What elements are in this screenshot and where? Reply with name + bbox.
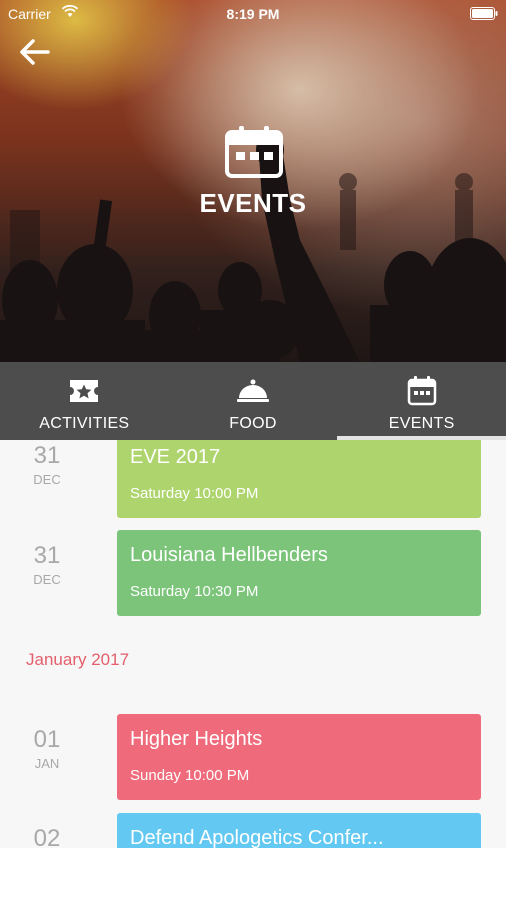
event-card[interactable]: Higher Heights Sunday 10:00 PM	[117, 714, 481, 800]
ticket-star-icon	[70, 380, 99, 402]
tab-food[interactable]: FOOD	[169, 362, 338, 440]
calendar-icon	[407, 376, 436, 406]
event-time: Saturday 10:30 PM	[130, 583, 259, 600]
event-date: 02	[20, 825, 74, 848]
tab-events-label: EVENTS	[388, 415, 455, 432]
event-day: 02	[33, 825, 61, 848]
page-title: EVENTS	[199, 188, 307, 218]
event-time: Saturday 10:00 PM	[130, 485, 259, 502]
calendar-icon	[225, 126, 283, 178]
status-bar: Carrier 8:19 PM	[0, 0, 506, 28]
event-date: 01 JAN	[20, 726, 74, 771]
cloche-icon	[237, 379, 269, 402]
bottom-blank-area	[0, 848, 506, 900]
event-day: 31	[33, 442, 61, 469]
clock-label: 8:19 PM	[226, 6, 280, 22]
event-title: EVE 2017	[130, 446, 221, 468]
battery-icon	[470, 7, 498, 20]
event-day: 31	[33, 542, 61, 569]
event-month: JAN	[34, 756, 60, 771]
event-card[interactable]: Louisiana Hellbenders Saturday 10:30 PM	[117, 530, 481, 616]
event-title: Defend Apologetics Confer...	[130, 827, 384, 848]
hero-overlay	[0, 0, 506, 362]
tab-activities-label: ACTIVITIES	[39, 415, 130, 432]
event-date: 31 DEC	[20, 442, 74, 487]
event-card[interactable]: EVE 2017 Saturday 10:00 PM	[117, 440, 481, 518]
event-date: 31 DEC	[20, 542, 74, 587]
hero-concert-image: Carrier 8:19 PM EVENTS	[0, 0, 506, 362]
event-time: Sunday 10:00 PM	[130, 767, 250, 784]
event-title: Higher Heights	[130, 728, 263, 750]
category-tab-bar: ACTIVITIES FOOD EVENTS	[0, 362, 506, 440]
tab-events[interactable]: EVENTS	[337, 362, 506, 440]
event-card[interactable]: Defend Apologetics Confer...	[117, 813, 481, 848]
tab-activities[interactable]: ACTIVITIES	[0, 362, 169, 440]
event-list[interactable]: 31 DEC EVE 2017 Saturday 10:00 PM 31 DEC…	[0, 440, 506, 848]
event-title: Louisiana Hellbenders	[130, 544, 328, 566]
screen: Carrier 8:19 PM EVENTS ACTIVITIES FOOD E…	[0, 0, 506, 900]
event-day: 01	[33, 726, 61, 753]
back-arrow-icon[interactable]	[16, 34, 56, 70]
event-month: DEC	[33, 572, 61, 587]
tab-food-label: FOOD	[229, 415, 277, 432]
event-month: DEC	[33, 472, 61, 487]
month-section-header: January 2017	[26, 650, 130, 669]
